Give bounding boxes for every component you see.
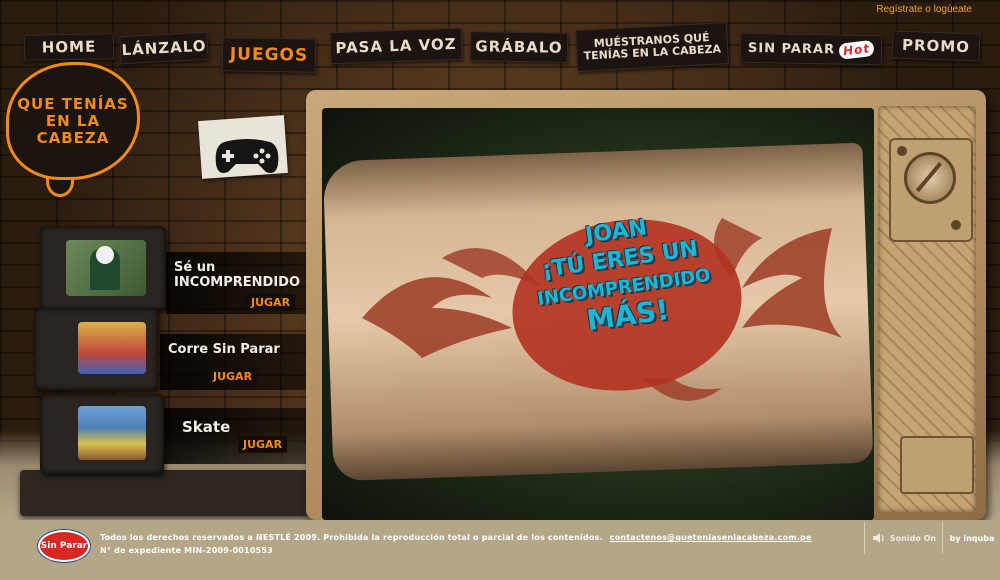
nav-juegos[interactable]: JUEGOS xyxy=(221,37,317,73)
tv-game-2[interactable] xyxy=(34,308,158,390)
tv-cabinet xyxy=(20,470,320,516)
speaker-icon xyxy=(872,533,884,543)
tv-screen-skate xyxy=(78,406,146,460)
contact-email-link[interactable]: contactenos@queteniasenlacabeza.com.pe xyxy=(610,533,812,542)
game-skate-title: Skate xyxy=(182,418,231,436)
game-incomprendido-panel[interactable]: Sé un INCOMPRENDIDO JUGAR xyxy=(166,252,306,314)
nav-muestranos[interactable]: MUÉSTRANOS QUÉ TENÍAS EN LA CABEZA xyxy=(575,22,729,72)
play-button-corre[interactable]: JUGAR xyxy=(208,368,258,385)
tv-screen-incomprendido xyxy=(66,240,146,296)
tv-screen-corre-sin-parar xyxy=(78,322,146,374)
nav-pasa-la-voz[interactable]: PASA LA VOZ xyxy=(329,27,463,65)
sound-label: Sonido On xyxy=(889,533,937,543)
register-login-link[interactable]: Regístrate o logúeate xyxy=(876,4,972,15)
game-corre-panel[interactable]: Corre Sin Parar JUGAR xyxy=(160,334,306,390)
credit-link[interactable]: by inquba xyxy=(942,522,1000,554)
game-corre-title: Corre Sin Parar xyxy=(168,342,280,357)
sound-toggle[interactable]: Sonido On xyxy=(864,522,943,554)
gamepad-icon xyxy=(215,139,279,173)
credit-text: by inquba xyxy=(949,533,995,543)
play-button-skate[interactable]: JUGAR xyxy=(238,436,288,453)
dial-knob[interactable] xyxy=(904,152,956,204)
nav-lanzalo[interactable]: LÁNZALO xyxy=(119,31,209,65)
nav-grabalo[interactable]: GRÁBALO xyxy=(469,31,569,63)
tv-game-1[interactable] xyxy=(40,226,166,310)
footer-expediente: N° de expediente MIN-2009-0010553 xyxy=(100,546,273,555)
logo-text: QUE TENÍAS EN LA CABEZA xyxy=(17,94,129,147)
game-incomprendido-title: Sé un INCOMPRENDIDO xyxy=(174,260,301,290)
tv-game-3[interactable] xyxy=(40,394,164,474)
sin-parar-logo[interactable]: Sin Parar xyxy=(38,530,90,562)
hot-badge: Hot xyxy=(838,39,875,60)
result-scene: JOAN ¡TÚ ERES UN INCOMPRENDIDO MÁS! xyxy=(322,108,874,520)
game-result-screen: JOAN ¡TÚ ERES UN INCOMPRENDIDO MÁS! xyxy=(322,108,874,520)
nav-sin-parar-label: SIN PARAR xyxy=(747,40,836,57)
play-button-incomprendido[interactable]: JUGAR xyxy=(246,294,296,311)
speaker-plate xyxy=(900,436,974,494)
nav-home[interactable]: HOME xyxy=(23,33,115,61)
copyright-text: Todos los derechos reservados a NESTLÉ 2… xyxy=(100,533,603,542)
nav-promo[interactable]: PROMO xyxy=(891,30,981,62)
game-skate-panel[interactable]: Skate JUGAR xyxy=(164,408,306,464)
nav-sin-parar-hot[interactable]: SIN PARAR Hot xyxy=(739,32,883,66)
footer-copyright: Todos los derechos reservados a NESTLÉ 2… xyxy=(100,533,812,542)
